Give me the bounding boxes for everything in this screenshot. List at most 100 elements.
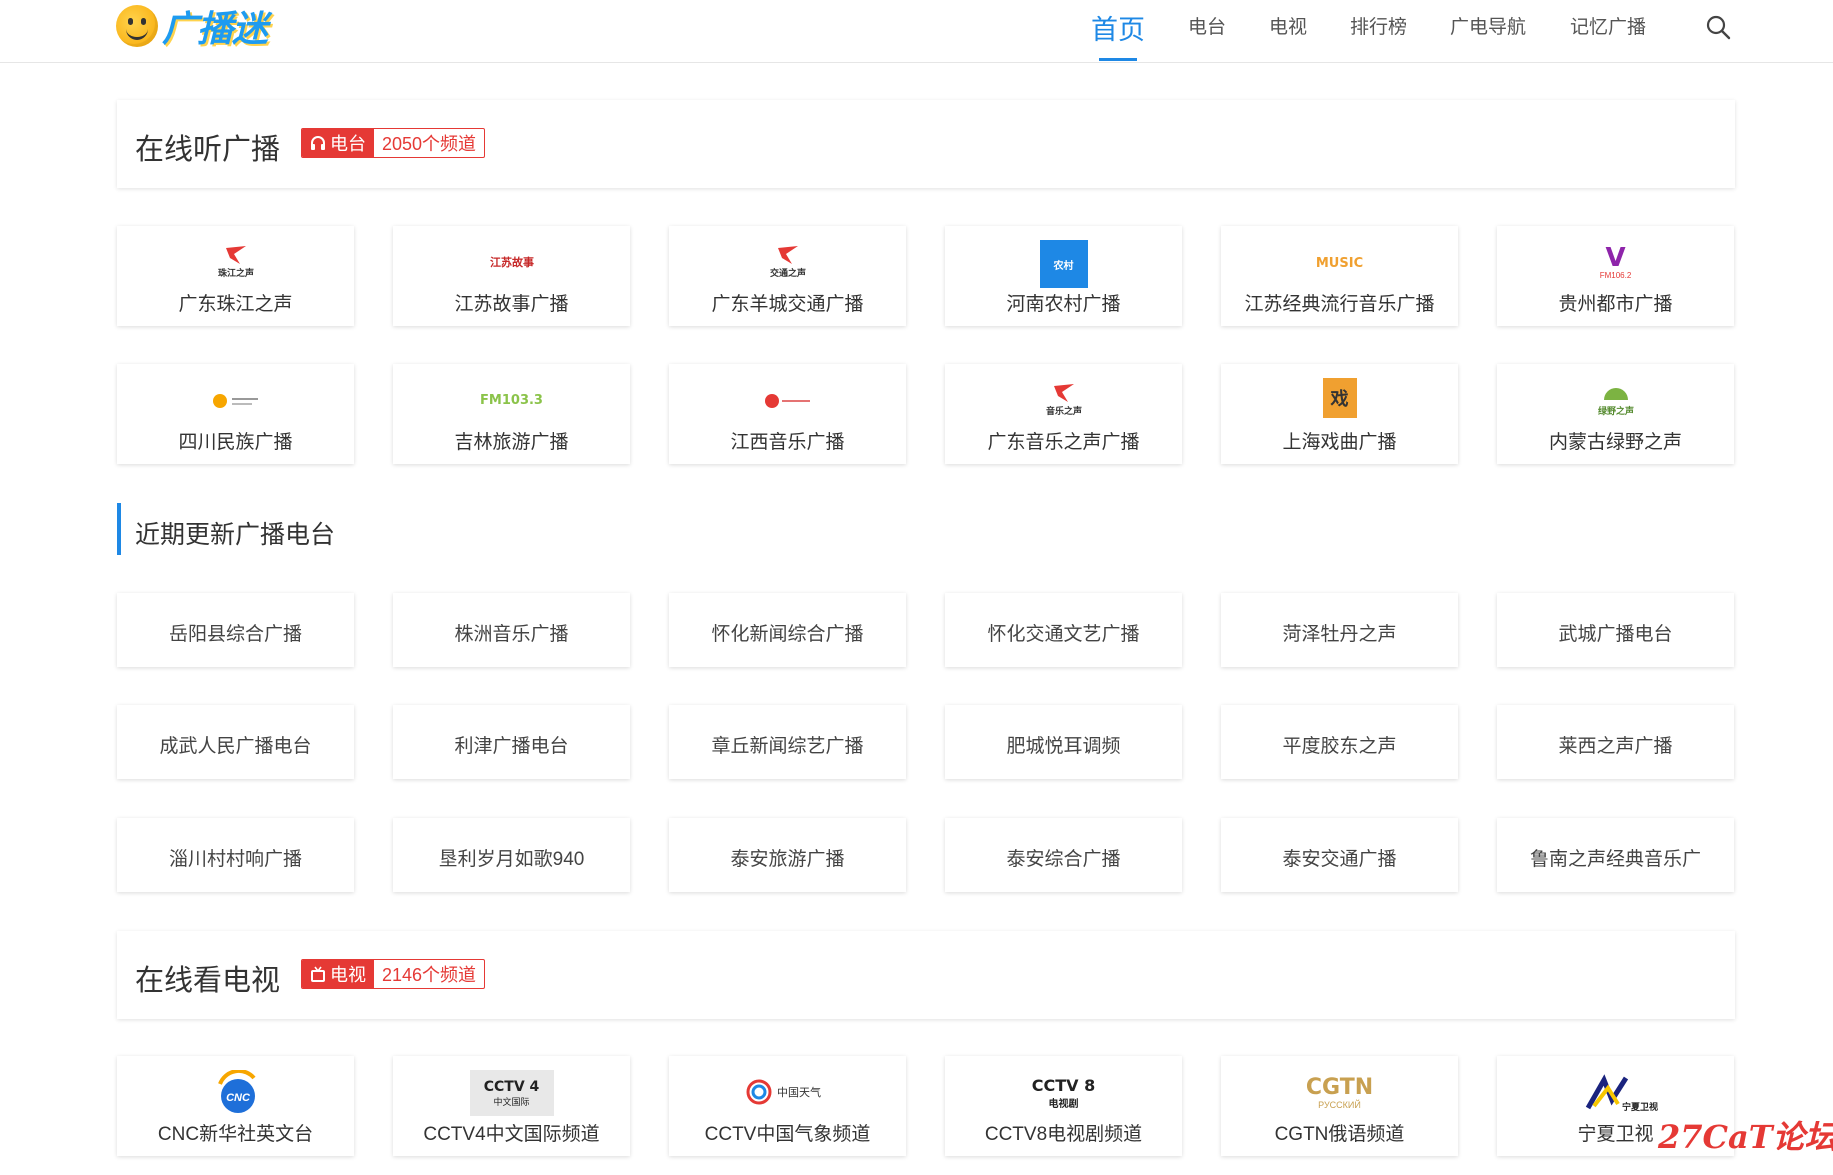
station-name: 怀化交通文艺广播 — [987, 624, 1140, 645]
station-name: 株洲音乐广播 — [454, 624, 569, 645]
radio-badge[interactable]: 电台 2050个频道 — [301, 128, 486, 158]
station-tile[interactable]: 戏 上海戏曲广播 — [1221, 364, 1458, 464]
station-name: 平度胶东之声 — [1282, 736, 1397, 757]
jiangsu-story-logo-icon: 江苏故事 — [482, 240, 542, 284]
channel-tile[interactable]: CGTN РУССКИЙ CGTN俄语频道 — [1221, 1056, 1458, 1156]
station-tile[interactable]: V FM106.2 贵州都市广播 — [1497, 226, 1734, 326]
ningxia-logo-icon: 宁夏卫视 — [1574, 1070, 1658, 1116]
station-name: 岳阳县综合广播 — [168, 624, 302, 645]
channel-tile[interactable]: CNC CNC新华社英文台 — [117, 1056, 354, 1156]
site-logo-text: 广播迷 — [162, 9, 268, 50]
station-name: 广东音乐之声广播 — [987, 432, 1140, 453]
channel-tile[interactable]: CCTV 8 电视剧 CCTV8电视剧频道 — [945, 1056, 1182, 1156]
tv-icon — [311, 966, 325, 982]
recent-station-tile[interactable]: 岳阳县综合广播 — [117, 593, 354, 667]
channel-name: CNC新华社英文台 — [157, 1124, 314, 1145]
radio-badge-tag: 电台 — [302, 129, 374, 157]
station-name: 江苏经典流行音乐广播 — [1244, 294, 1435, 315]
svg-text:江苏故事: 江苏故事 — [490, 255, 534, 269]
guangdong-music-logo-icon: 音乐之声 — [1034, 378, 1094, 422]
station-name: 吉林旅游广播 — [454, 432, 569, 453]
music-logo-icon: MUSIC — [1315, 255, 1364, 271]
station-name: 泰安旅游广播 — [730, 849, 845, 870]
station-name: 成武人民广播电台 — [159, 736, 312, 757]
search-icon[interactable] — [1705, 14, 1731, 40]
tv-badge-label: 电视 — [330, 965, 366, 985]
station-tile[interactable]: 音乐之声 广东音乐之声广播 — [945, 364, 1182, 464]
top-header: 广播迷 首页 电台 电视 排行榜 广电导航 记忆广播 — [0, 0, 1833, 63]
station-name: 莱西之声广播 — [1558, 736, 1673, 757]
station-tile[interactable]: 江苏故事 江苏故事广播 — [393, 226, 630, 326]
recent-station-tile[interactable]: 泰安交通广播 — [1221, 818, 1458, 892]
radio-section-title: 在线听广播 — [135, 134, 281, 166]
recent-station-tile[interactable]: 垦利岁月如歌940 — [393, 818, 630, 892]
recent-station-tile[interactable]: 淄川村村响广播 — [117, 818, 354, 892]
recent-station-tile[interactable]: 莱西之声广播 — [1497, 705, 1734, 779]
station-name: 四川民族广播 — [178, 432, 293, 453]
nav-radio[interactable]: 电台 — [1188, 12, 1226, 39]
station-tile[interactable]: 江西音乐广播 — [669, 364, 906, 464]
nav-home[interactable]: 首页 — [1091, 8, 1145, 47]
station-name: 广东珠江之声 — [178, 294, 293, 315]
station-tile[interactable]: 绿野之声 内蒙古绿野之声 — [1497, 364, 1734, 464]
sichuan-logo-icon — [206, 386, 266, 416]
station-tile[interactable]: MUSIC 江苏经典流行音乐广播 — [1221, 226, 1458, 326]
tv-section-title: 在线看电视 — [135, 965, 281, 997]
channel-name: CCTV中国气象频道 — [704, 1124, 871, 1145]
recent-station-tile[interactable]: 肥城悦耳调频 — [945, 705, 1182, 779]
site-logo[interactable]: 广播迷 — [116, 2, 268, 50]
channel-tile[interactable]: CCTV 4 中文国际 CCTV4中文国际频道 — [393, 1056, 630, 1156]
svg-text:CNC: CNC — [226, 1092, 251, 1104]
headphones-icon — [311, 136, 325, 150]
nav-memory-radio[interactable]: 记忆广播 — [1570, 12, 1646, 39]
recent-station-tile[interactable]: 怀化交通文艺广播 — [945, 593, 1182, 667]
recent-station-tile[interactable]: 平度胶东之声 — [1221, 705, 1458, 779]
nav-directory[interactable]: 广电导航 — [1450, 12, 1526, 39]
neimeng-logo-icon: 绿野之声 — [1586, 378, 1646, 422]
station-tile[interactable]: 农村 河南农村广播 — [945, 226, 1182, 326]
station-tile[interactable]: FM103.3 吉林旅游广播 — [393, 364, 630, 464]
cctv8-logo-icon: CCTV 8 电视剧 — [1031, 1075, 1096, 1110]
recent-station-tile[interactable]: 成武人民广播电台 — [117, 705, 354, 779]
recent-station-tile[interactable]: 武城广播电台 — [1497, 593, 1734, 667]
jilin-logo-icon: FM103.3 — [480, 392, 543, 408]
channel-tile[interactable]: 中国天气 CCTV中国气象频道 — [669, 1056, 906, 1156]
station-name: 章丘新闻综艺广播 — [711, 736, 864, 757]
nav-active-indicator — [1099, 58, 1137, 61]
recent-section-title: 近期更新广播电台 — [135, 521, 336, 549]
tv-section-header: 在线看电视 电视 2146个频道 — [117, 931, 1735, 1019]
recent-station-tile[interactable]: 利津广播电台 — [393, 705, 630, 779]
recent-station-tile[interactable]: 菏泽牡丹之声 — [1221, 593, 1458, 667]
station-name: 菏泽牡丹之声 — [1282, 624, 1397, 645]
station-name: 肥城悦耳调频 — [1006, 736, 1121, 757]
station-tile[interactable]: 四川民族广播 — [117, 364, 354, 464]
recent-station-tile[interactable]: 鲁南之声经典音乐广 — [1497, 818, 1734, 892]
tv-badge-count: 2146个频道 — [382, 965, 477, 985]
station-name: 江苏故事广播 — [454, 294, 569, 315]
station-tile[interactable]: 交通之声 广东羊城交通广播 — [669, 226, 906, 326]
station-name: 河南农村广播 — [1006, 294, 1121, 315]
radio-badge-count: 2050个频道 — [382, 134, 477, 154]
cctv4-logo-icon: CCTV 4 中文国际 — [469, 1070, 554, 1116]
recent-station-tile[interactable]: 怀化新闻综合广播 — [669, 593, 906, 667]
recent-station-tile[interactable]: 株洲音乐广播 — [393, 593, 630, 667]
channel-name: CCTV8电视剧频道 — [984, 1124, 1143, 1145]
nav-ranking[interactable]: 排行榜 — [1350, 12, 1407, 39]
recent-station-tile[interactable]: 泰安旅游广播 — [669, 818, 906, 892]
station-name: 武城广播电台 — [1558, 624, 1673, 645]
recent-station-tile[interactable]: 泰安综合广播 — [945, 818, 1182, 892]
tv-badge-tag: 电视 — [302, 960, 374, 988]
channel-name: CGTN俄语频道 — [1274, 1124, 1405, 1145]
tv-badge[interactable]: 电视 2146个频道 — [301, 959, 486, 989]
radio-badge-label: 电台 — [330, 134, 366, 154]
nav-tv[interactable]: 电视 — [1269, 12, 1307, 39]
station-name: 广东羊城交通广播 — [711, 294, 864, 315]
station-name: 上海戏曲广播 — [1282, 432, 1397, 453]
cnc-logo-icon: CNC — [206, 1070, 266, 1118]
svg-text:交通之声: 交通之声 — [769, 267, 805, 278]
svg-text:音乐之声: 音乐之声 — [1045, 405, 1081, 416]
station-name: 利津广播电台 — [454, 736, 569, 757]
recent-station-tile[interactable]: 章丘新闻综艺广播 — [669, 705, 906, 779]
jiangxi-logo-icon — [758, 386, 818, 416]
station-tile[interactable]: 珠江之声 广东珠江之声 — [117, 226, 354, 326]
